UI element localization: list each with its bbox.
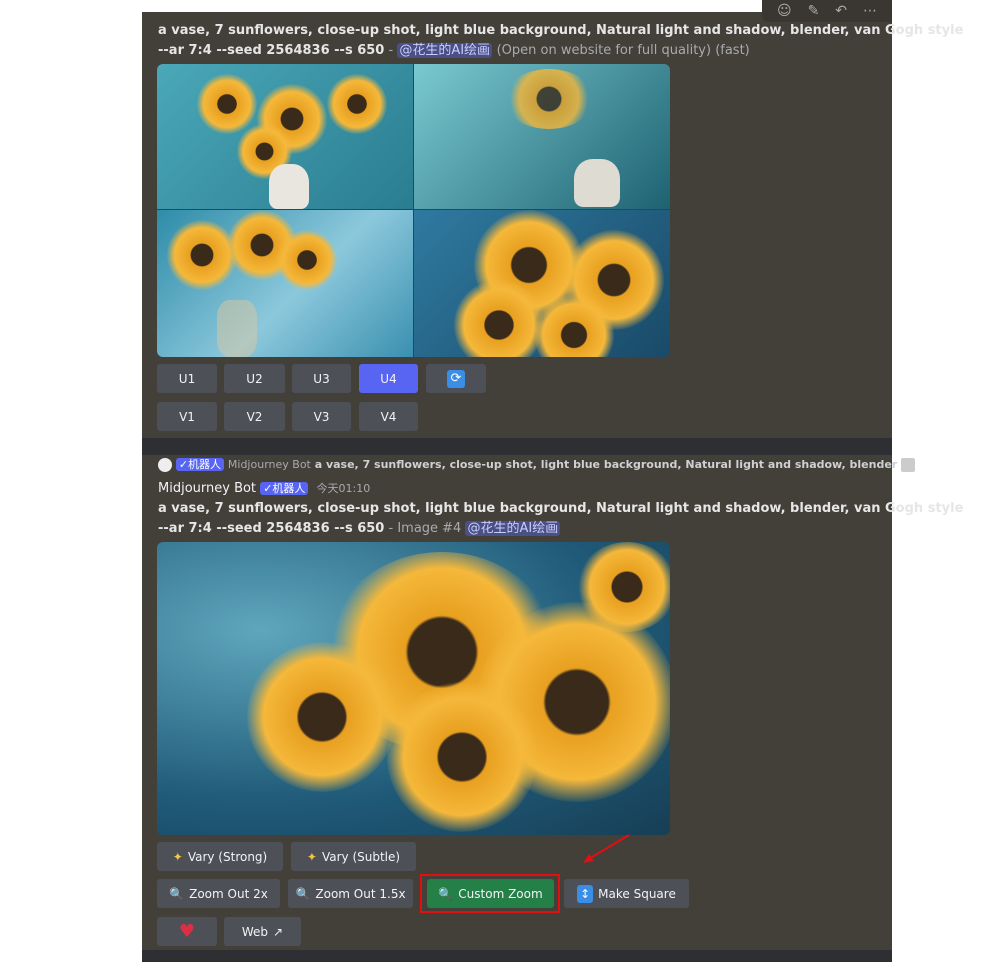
- magnifier-icon: 🔍: [438, 886, 454, 901]
- magnifier-icon: 🔍: [295, 886, 311, 901]
- upscale-button-4[interactable]: U4: [359, 364, 418, 393]
- image-label: - Image #4: [384, 521, 466, 536]
- external-link-icon: ↗: [273, 924, 284, 939]
- magnifier-icon: 🔍: [169, 886, 185, 901]
- image-icon: [901, 458, 916, 472]
- mention[interactable]: @花生的AI绘画: [397, 43, 493, 58]
- magic-wand-icon: ✦: [306, 849, 317, 864]
- bot-avatar-small: [158, 458, 172, 472]
- timestamp: 今天01:10: [316, 482, 371, 495]
- zoom-out-2x-button[interactable]: 🔍 Zoom Out 2x: [157, 879, 280, 908]
- grid-image-4: [414, 210, 670, 357]
- upscaled-image[interactable]: [157, 542, 670, 835]
- custom-zoom-button[interactable]: 🔍 Custom Zoom: [427, 879, 554, 908]
- more-icon[interactable]: ⋯: [863, 3, 877, 19]
- mention[interactable]: @花生的AI绘画: [465, 521, 561, 536]
- upscale-button-3[interactable]: U3: [292, 364, 351, 393]
- prompt-line-2: --ar 7:4 --seed 2564836 --s 650 - @花生的AI…: [158, 41, 750, 61]
- grid-image-1: [157, 64, 413, 209]
- annotation-arrow: [583, 834, 630, 863]
- heart-icon: ♥: [178, 921, 196, 942]
- variation-button-1[interactable]: V1: [157, 402, 217, 431]
- label: Vary (Strong): [187, 849, 268, 864]
- suffix: (Open on website for full quality) (fast…: [496, 43, 750, 58]
- prompt-params: --ar 7:4 --seed 2564836 --s 650: [158, 43, 385, 58]
- label: Custom Zoom: [458, 886, 543, 901]
- refresh-icon: ⟳: [447, 369, 465, 388]
- grid-image-3: [157, 210, 413, 357]
- vary-subtle-button[interactable]: ✦ Vary (Subtle): [291, 842, 416, 871]
- label: Zoom Out 2x: [189, 886, 268, 901]
- message-header: Midjourney Bot ✓机器人 今天01:10: [158, 479, 370, 499]
- reply-text: a vase, 7 sunflowers, close-up shot, lig…: [314, 458, 898, 471]
- author-name[interactable]: Midjourney Bot: [158, 481, 256, 496]
- image-grid[interactable]: [157, 64, 670, 357]
- prompt-line-1: a vase, 7 sunflowers, close-up shot, lig…: [158, 501, 964, 516]
- bottom-divider: [142, 950, 892, 962]
- edit-icon[interactable]: ✎: [808, 3, 820, 19]
- prompt-line-2: --ar 7:4 --seed 2564836 --s 650 - Image …: [158, 519, 561, 539]
- magic-wand-icon: ✦: [172, 849, 183, 864]
- reply-preview[interactable]: ✓机器人 Midjourney Bot a vase, 7 sunflowers…: [158, 455, 916, 475]
- reroll-button[interactable]: ⟳: [426, 364, 486, 393]
- variation-button-3[interactable]: V3: [292, 402, 351, 431]
- grid-image-2: [414, 64, 670, 209]
- up-down-arrow-icon: ↕: [577, 884, 594, 903]
- prompt-line-1: a vase, 7 sunflowers, close-up shot, lig…: [158, 23, 964, 38]
- label: Zoom Out 1.5x: [315, 886, 406, 901]
- variation-button-4[interactable]: V4: [359, 402, 418, 431]
- chat-panel: ☺ ✎ ↶ ⋯ a vase, 7 sunflowers, close-up shot…: [142, 0, 963, 962]
- upscale-button-1[interactable]: U1: [157, 364, 217, 393]
- vary-strong-button[interactable]: ✦ Vary (Strong): [157, 842, 283, 871]
- make-square-button[interactable]: ↕ Make Square: [564, 879, 689, 908]
- favorite-button[interactable]: ♥: [157, 917, 217, 946]
- variation-button-2[interactable]: V2: [224, 402, 285, 431]
- zoom-out-1-5x-button[interactable]: 🔍 Zoom Out 1.5x: [288, 879, 413, 908]
- web-button[interactable]: Web ↗: [224, 917, 301, 946]
- reaction-icon[interactable]: ☺: [777, 3, 792, 19]
- message-toolbar: ☺ ✎ ↶ ⋯: [762, 0, 892, 22]
- bot-badge: ✓机器人: [260, 482, 309, 495]
- reply-icon[interactable]: ↶: [835, 3, 847, 19]
- label: Web: [241, 924, 269, 939]
- bot-badge: ✓机器人: [175, 458, 225, 471]
- prompt-params: --ar 7:4 --seed 2564836 --s 650: [158, 521, 385, 536]
- label: Make Square: [598, 886, 676, 901]
- dash: -: [384, 43, 398, 58]
- divider: [142, 438, 892, 455]
- upscale-button-2[interactable]: U2: [224, 364, 285, 393]
- reply-author: Midjourney Bot: [227, 458, 311, 471]
- label: Vary (Subtle): [321, 849, 401, 864]
